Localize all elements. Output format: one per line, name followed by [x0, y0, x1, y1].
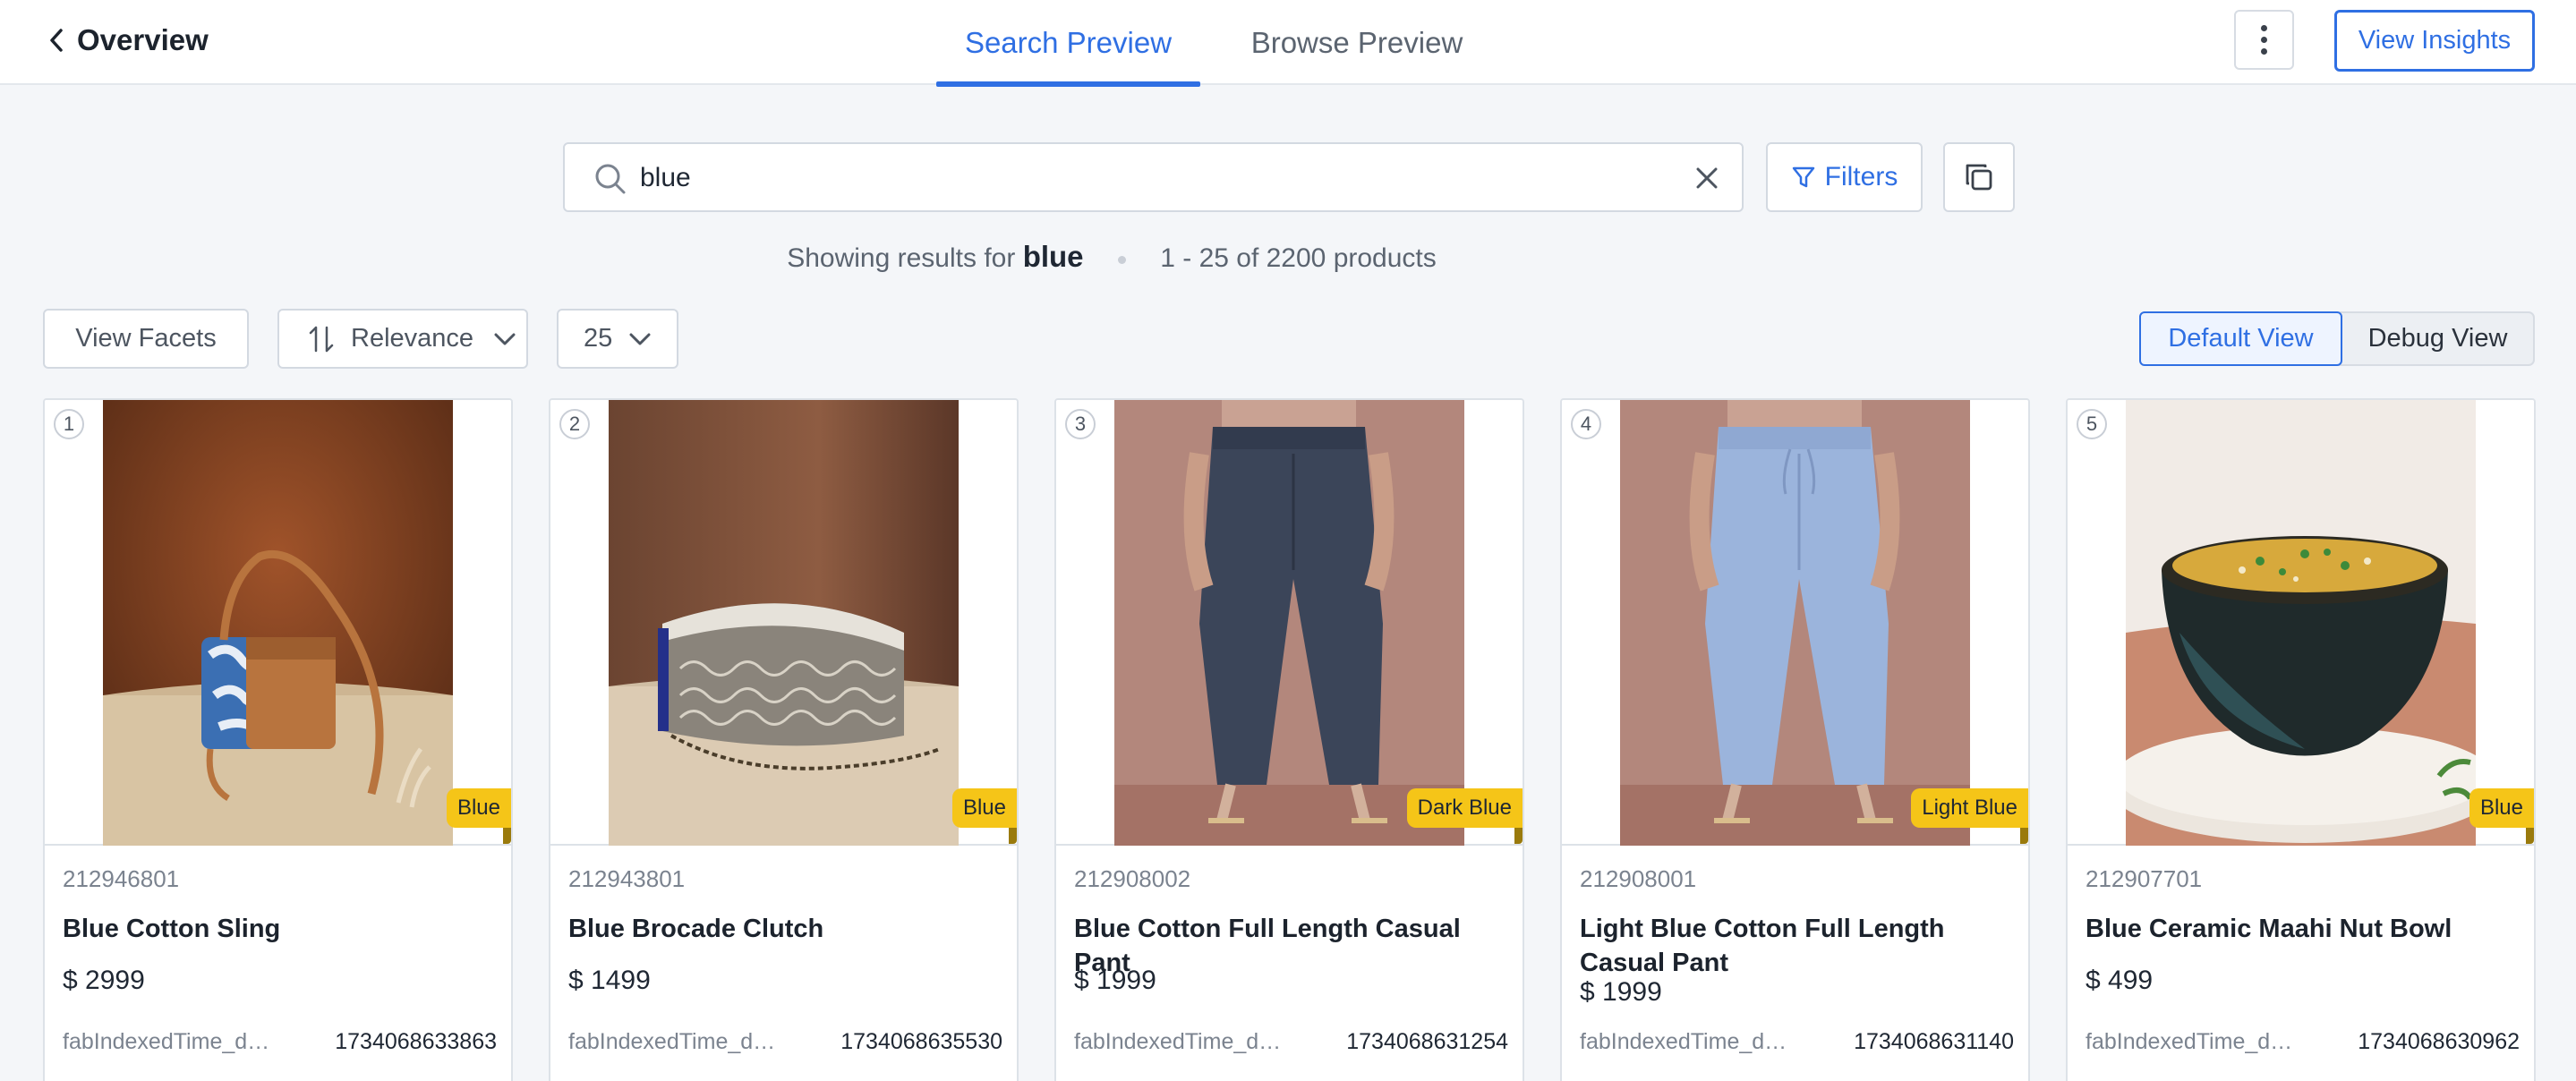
product-card[interactable]: 1 Blue 212946801 Blue Cotton Sling $ 299… — [43, 398, 513, 1081]
sort-dropdown[interactable]: Relevance — [277, 309, 528, 369]
view-facets-button[interactable]: View Facets — [43, 309, 249, 369]
meta-key: fabIndexedTime_da... — [2086, 1029, 2296, 1054]
product-id: 212907701 — [2086, 865, 2203, 892]
search-input[interactable] — [640, 151, 1625, 205]
product-meta: fabIndexedTime_da... 1734068630962 — [2086, 1029, 2520, 1055]
kebab-dot — [2261, 48, 2267, 55]
back-to-overview-link[interactable]: Overview — [48, 20, 209, 61]
product-name: Light Blue Cotton Full Length Casual Pan… — [1580, 915, 1945, 977]
bowl-image — [2126, 400, 2476, 846]
product-meta: fabIndexedTime_da... 1734068631254 — [1074, 1029, 1508, 1055]
meta-value: 1734068631254 — [1346, 1029, 1508, 1054]
meta-key: fabIndexedTime_da... — [1580, 1029, 1790, 1054]
dark-pant-image — [1114, 400, 1464, 846]
product-image — [609, 400, 959, 846]
product-card[interactable]: 5 Blue 212907701 Blue Ceramic Maahi Nut … — [2066, 398, 2536, 1081]
product-card[interactable]: 2 Blue 212943801 Blue Brocade Clutch $ 1… — [549, 398, 1019, 1081]
filters-button[interactable]: Filters — [1766, 142, 1923, 212]
kebab-dot — [2261, 37, 2267, 43]
product-price: $ 1999 — [1580, 977, 1662, 1007]
search-icon — [595, 164, 626, 194]
product-name: Blue Cotton Sling — [63, 915, 281, 943]
product-image — [1620, 400, 1970, 846]
debug-view-button[interactable]: Debug View — [2342, 313, 2533, 364]
product-card[interactable]: 4 Light Blue 212908001 Light Blue Cotton… — [1560, 398, 2030, 1081]
light-pant-image — [1620, 400, 1970, 846]
chevron-down-icon — [629, 333, 651, 345]
product-price: $ 2999 — [63, 966, 145, 995]
sling-bag-image — [103, 400, 453, 846]
results-prefix: Showing results for — [787, 243, 1016, 273]
filters-label: Filters — [1824, 162, 1898, 192]
results-query: blue — [1022, 240, 1084, 273]
color-tag: Blue — [951, 788, 1017, 844]
product-name: Blue Ceramic Maahi Nut Bowl — [2086, 915, 2452, 943]
color-tag: Blue — [446, 788, 511, 844]
sort-label: Relevance — [351, 324, 474, 353]
product-id: 212943801 — [568, 865, 686, 892]
rank-badge: 1 — [54, 409, 84, 439]
view-toggle: Default View Debug View — [2139, 311, 2535, 366]
default-view-button[interactable]: Default View — [2139, 311, 2342, 366]
chevron-down-icon — [494, 333, 516, 345]
color-tag: Blue — [2469, 788, 2534, 844]
meta-key: fabIndexedTime_da... — [568, 1029, 779, 1054]
tab-browse-preview[interactable]: Browse Preview — [1237, 0, 1477, 85]
sort-icon — [309, 326, 334, 352]
per-page-dropdown[interactable]: 25 — [557, 309, 678, 369]
product-meta: fabIndexedTime_da... 1734068633863 — [63, 1029, 497, 1055]
product-image-area: 1 Blue — [45, 400, 511, 846]
product-image — [2126, 400, 2476, 846]
more-options-button[interactable] — [2234, 10, 2294, 70]
product-image-area: 4 Light Blue — [1562, 400, 2028, 846]
product-image-area: 3 Dark Blue — [1056, 400, 1523, 846]
search-bar — [563, 142, 1744, 212]
results-summary: Showing results for blue 1 - 25 of 2200 … — [0, 240, 2223, 274]
product-image-area: 5 Blue — [2068, 400, 2534, 846]
product-price: $ 499 — [2086, 966, 2154, 995]
meta-key: fabIndexedTime_da... — [1074, 1029, 1284, 1054]
product-meta: fabIndexedTime_da... 1734068635530 — [568, 1029, 1002, 1055]
product-card[interactable]: 3 Dark Blue 212908002 Blue Cotton Full L… — [1054, 398, 1524, 1081]
clear-search-icon[interactable] — [1691, 162, 1723, 194]
color-tag: Light Blue — [1911, 788, 2028, 844]
product-id: 212908002 — [1074, 865, 1191, 892]
color-tag: Dark Blue — [1406, 788, 1523, 844]
product-image — [1114, 400, 1464, 846]
view-insights-button[interactable]: View Insights — [2334, 10, 2535, 72]
product-meta: fabIndexedTime_da... 1734068631140 — [1580, 1029, 2014, 1055]
tab-search-preview[interactable]: Search Preview — [936, 0, 1200, 87]
rank-badge: 5 — [2077, 409, 2107, 439]
results-range: 1 - 25 of 2200 products — [1160, 243, 1437, 273]
back-label: Overview — [77, 23, 209, 56]
product-id: 212908001 — [1580, 865, 1697, 892]
meta-value: 1734068635530 — [840, 1029, 1002, 1054]
top-bar: Overview Search Preview Browse Preview V… — [0, 0, 2576, 87]
product-price: $ 1999 — [1074, 966, 1156, 995]
meta-value: 1734068630962 — [2358, 1029, 2520, 1054]
rank-badge: 4 — [1571, 409, 1601, 439]
copy-button[interactable] — [1943, 142, 2015, 212]
product-price: $ 1499 — [568, 966, 651, 995]
filter-icon — [1792, 166, 1814, 188]
product-id: 212946801 — [63, 865, 180, 892]
meta-value: 1734068633863 — [335, 1029, 497, 1054]
rank-badge: 3 — [1065, 409, 1096, 439]
kebab-dot — [2261, 25, 2267, 31]
rank-badge: 2 — [559, 409, 590, 439]
per-page-value: 25 — [584, 324, 613, 353]
product-name: Blue Brocade Clutch — [568, 915, 824, 943]
meta-value: 1734068631140 — [1854, 1029, 2014, 1054]
product-image-area: 2 Blue — [550, 400, 1017, 846]
clutch-image — [609, 400, 959, 846]
chevron-left-icon — [50, 29, 63, 52]
product-image — [103, 400, 453, 846]
meta-key: fabIndexedTime_da... — [63, 1029, 273, 1054]
copy-icon — [1966, 164, 1992, 191]
separator-dot — [1117, 255, 1126, 264]
